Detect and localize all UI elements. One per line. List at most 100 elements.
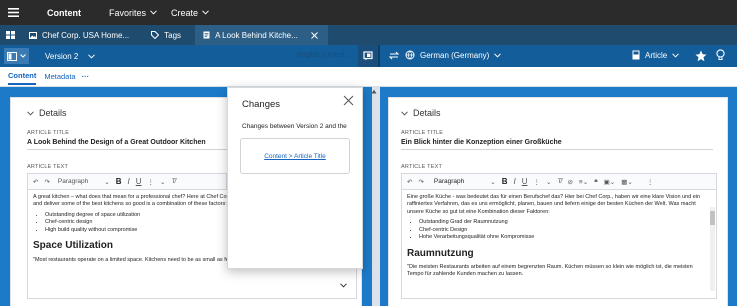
layout-icon — [7, 51, 17, 61]
article-icon — [632, 50, 640, 60]
doctype-select[interactable]: Article — [632, 50, 680, 60]
content-subnav: Content Metadata ··· — [0, 67, 737, 87]
lightbulb-icon[interactable] — [716, 49, 725, 62]
scrollbar-thumb[interactable] — [710, 211, 715, 225]
article-title-label: ARTICLE TITLE — [401, 130, 444, 136]
create-label: Create — [171, 7, 199, 18]
chevron-down-icon — [27, 110, 34, 116]
chevron-down-icon: ⌄ — [490, 178, 496, 186]
pane-divider — [378, 45, 380, 67]
chevron-down-icon: ⌄ — [104, 178, 110, 186]
favorites-menu[interactable]: Favorites — [109, 8, 157, 18]
editor-bullet-list: Outstanding Grad der Raumnutzung Chef-ce… — [419, 219, 711, 241]
scroll-up-icon[interactable] — [371, 89, 377, 94]
chat-bubble-icon — [363, 51, 373, 61]
article-text-editor[interactable]: Eine große Küche - was bedeutet das für … — [401, 189, 717, 299]
clear-format-icon[interactable]: T̸ — [557, 178, 561, 185]
details-label: Details — [39, 108, 67, 118]
more-vertical-icon[interactable]: ⋮ — [534, 178, 541, 186]
editor-toolbar: ↶ ↷ Paragraph ⌄ B I U ⋮ ⌄ T̸ — [27, 173, 227, 189]
tab-label: A Look Behind Kitche... — [215, 30, 298, 40]
compare-toggle-button[interactable] — [358, 45, 378, 67]
sync-scroll-button[interactable] — [389, 51, 399, 60]
changes-popup: Changes Changes between Version 2 and th… — [227, 87, 363, 269]
editor-toolbar: ↶ ↷ Paragraph ⌄ B I U ⋮ ⌄ T̸ ⊘ ≡⌄ ❝ ▣⌄ ▦… — [401, 173, 717, 189]
sync-icon — [389, 51, 399, 60]
doctype-label: Article — [645, 50, 668, 60]
details-toggle[interactable]: Details — [401, 108, 715, 118]
popup-title: Changes — [242, 99, 281, 110]
chevron-down-icon: ⌄ — [160, 178, 166, 186]
compare-toolbar: Version 2 English (United... German (Ger… — [0, 45, 737, 67]
list-item: Outstanding Grad der Raumnutzung — [419, 219, 711, 226]
tab-kitchen-article[interactable]: A Look Behind Kitche... — [195, 25, 328, 45]
view-toggle-button[interactable] — [4, 48, 29, 64]
version-select[interactable]: Version 2 — [45, 51, 96, 61]
favorites-label: Favorites — [109, 7, 147, 18]
undo-icon[interactable]: ↶ — [33, 178, 38, 186]
pane-splitter[interactable] — [372, 87, 380, 306]
details-label: Details — [413, 108, 441, 118]
chevron-down-icon — [672, 52, 680, 58]
popup-description: Changes between Version 2 and the — [242, 123, 347, 130]
bold-icon[interactable]: B — [116, 177, 122, 186]
close-icon[interactable] — [343, 95, 354, 106]
grid-icon — [6, 31, 15, 39]
more-vertical-icon[interactable]: ⋮ — [647, 178, 654, 186]
hamburger-icon[interactable] — [0, 0, 27, 25]
target-panel: Details ARTICLE TITLE Ein Blick hinter d… — [380, 87, 737, 306]
create-menu[interactable]: Create — [171, 8, 209, 18]
tab-label: Chef Corp. USA Home... — [42, 30, 130, 40]
redo-icon[interactable]: ↷ — [44, 178, 49, 186]
source-language-label: English (United... — [297, 52, 351, 59]
undo-icon[interactable]: ↶ — [407, 178, 412, 186]
change-item[interactable]: Content > Article Title — [240, 138, 350, 174]
star-icon[interactable] — [695, 50, 707, 62]
more-vertical-icon[interactable]: ⋮ — [148, 178, 155, 186]
target-language-select[interactable]: German (Germany) — [405, 50, 502, 60]
list-item: Hohe Verarbeitungsqualität ohne Kompromi… — [419, 234, 711, 241]
close-icon[interactable] — [310, 31, 318, 39]
app-title[interactable]: Content — [47, 8, 81, 18]
app-topbar: Content Favorites Create — [0, 0, 737, 25]
article-text-label: ARTICLE TEXT — [401, 164, 443, 170]
clear-format-icon[interactable]: T̸ — [171, 178, 175, 185]
article-title-field[interactable]: Ein Blick hinter die Konzeption einer Gr… — [401, 139, 713, 150]
italic-icon[interactable]: I — [128, 177, 130, 186]
redo-icon[interactable]: ↷ — [418, 178, 423, 186]
underline-icon[interactable]: U — [522, 177, 528, 186]
underline-icon[interactable]: U — [136, 177, 142, 186]
editor-heading: Raumnutzung — [407, 247, 474, 259]
more-options-icon[interactable]: ··· — [82, 72, 90, 81]
version-label: Version 2 — [45, 51, 79, 61]
table-icon[interactable]: ▦⌄ — [621, 178, 633, 186]
chevron-down-icon — [88, 53, 96, 59]
paragraph-select[interactable]: Paragraph — [58, 178, 88, 185]
tab-content[interactable]: Content — [8, 68, 37, 85]
tab-chef-corp-home[interactable]: Chef Corp. USA Home... — [21, 25, 137, 45]
editor-paragraph: Eine große Küche - was bedeutet das für … — [407, 194, 701, 215]
chevron-down-icon: ⌄ — [546, 178, 552, 186]
expand-chevron-icon[interactable] — [340, 283, 347, 288]
article-title-field[interactable]: A Look Behind the Design of a Great Outd… — [27, 139, 227, 150]
change-link[interactable]: Content > Article Title — [264, 153, 326, 160]
quote-icon[interactable]: ❝ — [594, 178, 598, 186]
align-icon[interactable]: ≡⌄ — [579, 178, 588, 186]
globe-icon — [405, 50, 415, 60]
paragraph-select[interactable]: Paragraph — [434, 178, 464, 185]
list-item: Chef-centric Design — [419, 227, 711, 234]
tab-tags[interactable]: Tags — [143, 25, 189, 45]
image-icon — [29, 31, 37, 39]
editor-paragraph: "Die meisten Restaurants arbeiten auf ei… — [407, 264, 693, 278]
chevron-down-icon — [150, 10, 157, 15]
tab-label: Tags — [164, 30, 182, 40]
link-icon[interactable]: ⊘ — [567, 178, 572, 186]
tab-grid-toggle[interactable] — [0, 25, 21, 45]
tab-metadata[interactable]: Metadata — [44, 72, 75, 81]
editor-scrollbar[interactable] — [710, 207, 715, 291]
image-insert-icon[interactable]: ▣⌄ — [604, 178, 616, 186]
italic-icon[interactable]: I — [514, 177, 516, 186]
bold-icon[interactable]: B — [502, 177, 508, 186]
chevron-down-icon — [401, 110, 408, 116]
chevron-down-icon — [202, 10, 209, 15]
